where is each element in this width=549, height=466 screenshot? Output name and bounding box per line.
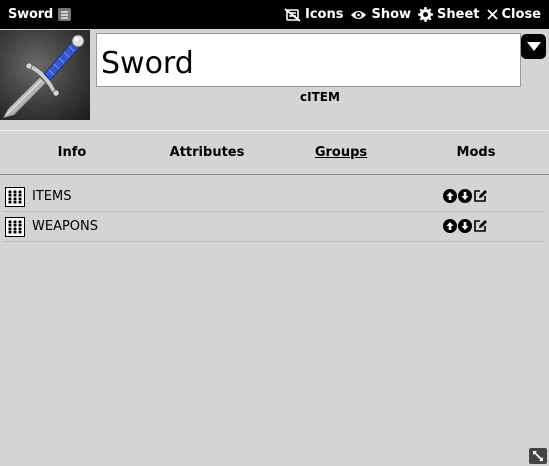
item-type-label: cITEM: [300, 90, 340, 104]
move-up-button[interactable]: [443, 189, 457, 203]
move-down-button[interactable]: [458, 219, 472, 233]
window-title-group: Sword: [0, 7, 72, 22]
move-up-button[interactable]: [443, 219, 457, 233]
window-header[interactable]: Sword Icons Show Sheet Close: [0, 0, 549, 29]
show-button[interactable]: Show: [350, 7, 411, 22]
document-icon: [58, 8, 72, 21]
edit-icon: [474, 190, 487, 202]
sword-image: [2, 34, 85, 119]
group-row[interactable]: WEAPONS: [3, 212, 545, 242]
show-label: Show: [371, 7, 412, 22]
close-icon: [486, 9, 498, 20]
edit-icon: [474, 220, 487, 232]
tab-mods[interactable]: Mods: [457, 145, 496, 160]
row-actions: [443, 219, 489, 233]
window-resize-handle[interactable]: [529, 448, 547, 464]
group-label: WEAPONS: [32, 219, 99, 234]
edit-button[interactable]: [473, 189, 488, 203]
item-portrait[interactable]: [0, 30, 90, 120]
group-icon: [5, 216, 25, 237]
group-icon: [5, 186, 25, 207]
tab-info[interactable]: Info: [58, 145, 87, 160]
eye-icon: [351, 10, 367, 19]
group-list: ITEMS WEAPONS: [3, 182, 545, 242]
arrow-up-circle-icon: [443, 189, 457, 203]
resize-icon: [533, 451, 543, 461]
icons-toggle-button[interactable]: Icons: [284, 7, 343, 22]
icons-toggle-label: Icons: [305, 7, 344, 22]
edit-button[interactable]: [473, 219, 488, 233]
tab-bar: Info Attributes Groups Mods: [0, 131, 549, 173]
arrow-down-circle-icon: [458, 189, 472, 203]
item-menu-button[interactable]: [521, 34, 546, 59]
caret-down-icon: [526, 42, 541, 51]
row-actions: [443, 189, 489, 203]
window-controls: Icons Show Sheet Close: [277, 7, 549, 22]
group-label: ITEMS: [32, 189, 72, 204]
item-name-input[interactable]: [96, 33, 521, 87]
move-down-button[interactable]: [458, 189, 472, 203]
tab-groups[interactable]: Groups: [315, 145, 367, 160]
window-title: Sword: [8, 7, 54, 22]
gear-icon: [418, 7, 434, 22]
close-label: Close: [501, 7, 541, 22]
sheet-button[interactable]: Sheet: [418, 7, 480, 22]
group-row[interactable]: ITEMS: [3, 182, 545, 212]
arrow-up-circle-icon: [443, 219, 457, 233]
arrow-down-circle-icon: [458, 219, 472, 233]
tabs-divider: [0, 174, 549, 175]
close-button[interactable]: Close: [486, 7, 541, 22]
tab-attributes[interactable]: Attributes: [170, 145, 245, 160]
icons-off-icon: [284, 7, 301, 22]
sheet-label: Sheet: [437, 7, 480, 22]
